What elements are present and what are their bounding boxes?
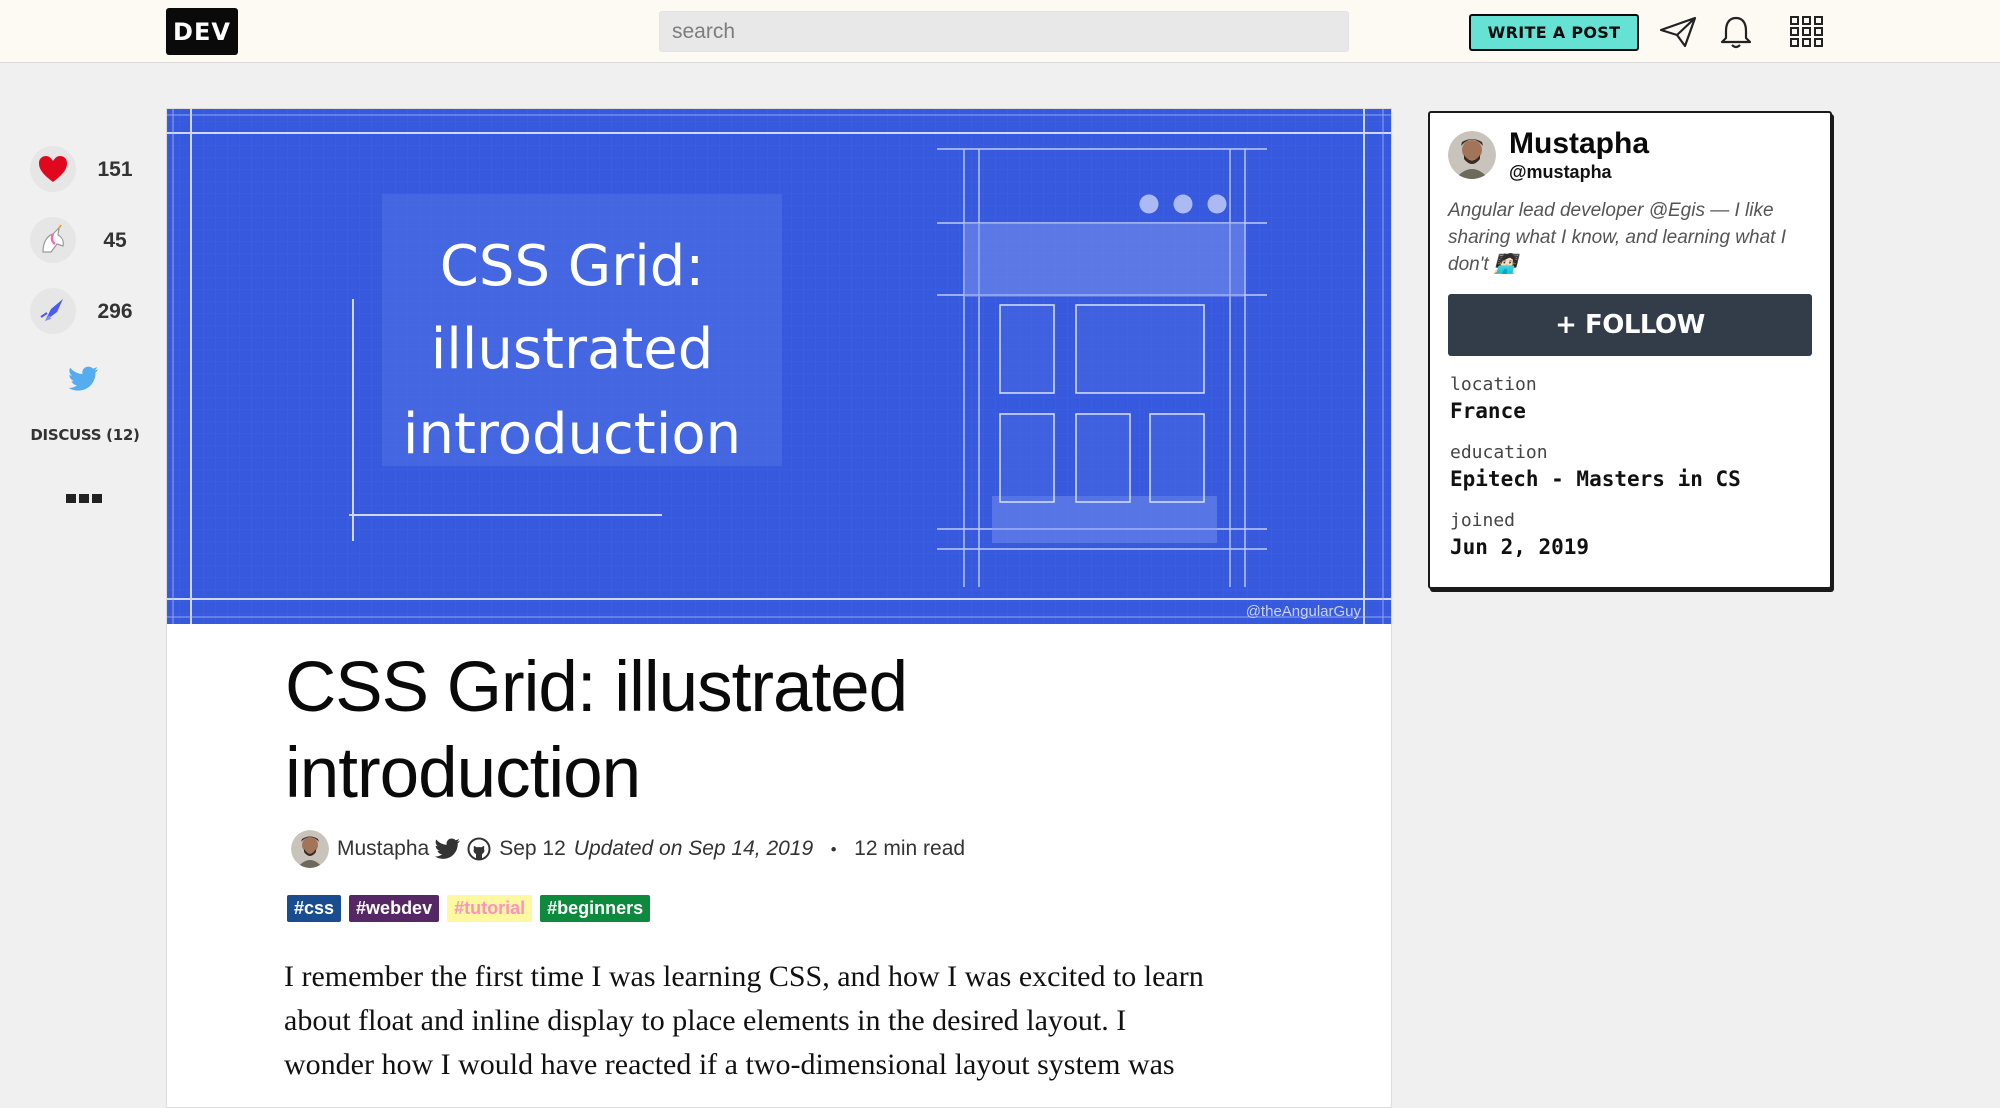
unicorn-reaction[interactable]: 45 bbox=[30, 217, 140, 267]
tag-css[interactable]: #css bbox=[287, 895, 342, 922]
updated-date: Updated on Sep 14, 2019 bbox=[573, 837, 814, 860]
bell-icon[interactable] bbox=[1716, 14, 1756, 50]
top-navbar: DEV WRITE A POST bbox=[0, 0, 2000, 63]
article-meta: Mustapha Sep 12 Updated on Sep 14, 2019 … bbox=[291, 829, 965, 869]
cover-image: CSS Grid: illustrated introduction @theA… bbox=[167, 109, 1391, 624]
article-card: CSS Grid: illustrated introduction @theA… bbox=[166, 108, 1392, 1108]
search-input[interactable] bbox=[659, 11, 1349, 52]
heart-reaction-button[interactable] bbox=[30, 146, 76, 192]
author-avatar[interactable] bbox=[291, 830, 329, 868]
joined-value: Jun 2, 2019 bbox=[1450, 535, 1590, 559]
tag-webdev[interactable]: #webdev bbox=[349, 895, 440, 922]
joined-label: joined bbox=[1450, 510, 1516, 531]
heart-reaction[interactable]: 151 bbox=[30, 146, 140, 196]
article-title: CSS Grid: illustrated introduction bbox=[285, 648, 908, 813]
cover-title-line-2: illustrated bbox=[431, 317, 714, 382]
profile-bio: Angular lead developer @Egis — I like sh… bbox=[1448, 200, 1786, 275]
dev-logo[interactable]: DEV bbox=[166, 8, 238, 55]
read-time: 12 min read bbox=[854, 837, 966, 860]
discuss-link[interactable]: DISCUSS (12) bbox=[30, 426, 140, 444]
education-label: education bbox=[1450, 442, 1548, 463]
bookmark-count: 296 bbox=[97, 300, 133, 323]
body-line: wonder how I would have reacted if a two… bbox=[284, 1048, 1175, 1081]
grid-menu-icon[interactable] bbox=[1788, 14, 1828, 50]
body-line: about float and inline display to place … bbox=[284, 1004, 1127, 1037]
heart-count: 151 bbox=[97, 158, 133, 181]
profile-handle[interactable]: @mustapha bbox=[1509, 162, 1612, 183]
author-profile-card: Mustapha @mustapha Angular lead develope… bbox=[1428, 111, 1832, 589]
meta-separator: ・ bbox=[823, 839, 845, 862]
unicorn-reaction-button[interactable] bbox=[30, 217, 76, 263]
tag-list: #css #webdev #tutorial #beginners bbox=[287, 895, 651, 922]
paper-plane-icon[interactable] bbox=[1658, 14, 1698, 50]
heart-icon bbox=[39, 156, 67, 182]
unicorn-icon bbox=[42, 224, 64, 253]
body-line: I remember the first time I was learning… bbox=[284, 960, 1204, 993]
profile-name[interactable]: Mustapha bbox=[1509, 127, 1649, 161]
location-label: location bbox=[1450, 374, 1537, 395]
location-value: France bbox=[1450, 399, 1526, 423]
author-twitter-icon[interactable] bbox=[435, 838, 461, 860]
cover-watermark: @theAngularGuy bbox=[1246, 603, 1362, 620]
unicorn-count: 45 bbox=[103, 229, 127, 252]
rocket-bookmark-icon bbox=[40, 299, 63, 321]
follow-button[interactable]: + FOLLOW bbox=[1448, 294, 1812, 356]
more-options-icon[interactable] bbox=[66, 494, 102, 506]
publish-date: Sep 12 bbox=[499, 837, 566, 860]
education-value: Epitech - Masters in CS bbox=[1450, 467, 1741, 491]
author-github-icon[interactable] bbox=[467, 837, 491, 861]
article-body: I remember the first time I was learning… bbox=[284, 955, 1284, 1087]
bookmark-reaction-button[interactable] bbox=[30, 288, 76, 334]
tag-tutorial[interactable]: #tutorial bbox=[447, 895, 533, 922]
author-name[interactable]: Mustapha bbox=[337, 837, 429, 861]
twitter-share-icon[interactable] bbox=[69, 366, 99, 392]
write-post-button[interactable]: WRITE A POST bbox=[1469, 14, 1639, 51]
profile-avatar[interactable] bbox=[1448, 131, 1496, 179]
cover-title-line-1: CSS Grid: bbox=[440, 234, 704, 299]
tag-beginners[interactable]: #beginners bbox=[540, 895, 651, 922]
bookmark-reaction[interactable]: 296 bbox=[30, 288, 140, 338]
cover-title-line-3: introduction bbox=[403, 402, 741, 467]
